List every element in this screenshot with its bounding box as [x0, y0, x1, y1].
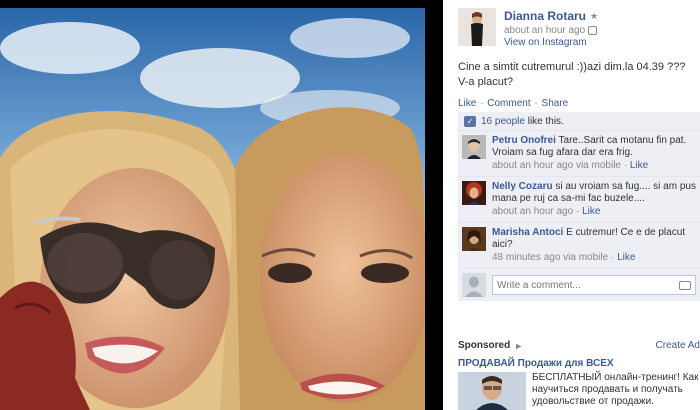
- view-on-instagram-link[interactable]: View on Instagram: [504, 37, 598, 48]
- comment-author[interactable]: Nelly Cozaru: [492, 181, 553, 192]
- action-separator: ·: [534, 98, 538, 109]
- comment-author[interactable]: Marisha Antoci: [492, 227, 563, 238]
- create-ad-link[interactable]: Create Ad: [656, 340, 700, 351]
- ad-item[interactable]: БЕСПЛАТНЫЙ онлайн-тренинг! Как научиться…: [458, 372, 700, 410]
- likes-suffix: like this.: [524, 115, 564, 127]
- sponsored-header: Sponsored ► Create Ad: [458, 340, 700, 351]
- post-time[interactable]: about an hour ago: [504, 25, 585, 36]
- comment-avatar[interactable]: [462, 135, 486, 159]
- action-separator: ·: [480, 98, 484, 109]
- post-author-header: Dianna Rotaru ★ about an hour ago View o…: [458, 8, 598, 48]
- post-actions: Like · Comment · Share: [458, 98, 568, 109]
- comment-author[interactable]: Petru Onofrei: [492, 135, 556, 146]
- likes-text: 16 people like this.: [481, 116, 564, 127]
- camera-icon[interactable]: [679, 280, 691, 290]
- ad-image[interactable]: [458, 372, 526, 410]
- share-link[interactable]: Share: [542, 98, 569, 109]
- comment-time[interactable]: about an hour ago via mobile: [492, 160, 621, 171]
- like-link[interactable]: Like: [458, 98, 476, 109]
- post-panel: Dianna Rotaru ★ about an hour ago View o…: [443, 0, 700, 410]
- comment-item: Marisha Antoci E cutremur! Ce e de placu…: [458, 223, 700, 269]
- write-comment-row: Write a comment...: [458, 269, 700, 301]
- comment-time[interactable]: 48 minutes ago via mobile: [492, 252, 608, 263]
- comment-avatar[interactable]: [462, 227, 486, 251]
- likes-count-link[interactable]: 16 people: [481, 116, 525, 127]
- likes-summary: ✓ 16 people like this.: [458, 112, 700, 131]
- ad-title[interactable]: ПРОДАВАЙ Продажи для ВСЕХ: [458, 358, 614, 369]
- comment-like-link[interactable]: Like: [582, 206, 600, 217]
- viewer-avatar: [462, 273, 486, 297]
- comment-avatar[interactable]: [462, 181, 486, 205]
- comment-link[interactable]: Comment: [487, 98, 530, 109]
- comment-item: Petru Onofrei Tare..Sarit ca motanu fin …: [458, 131, 700, 177]
- comment-item: Nelly Cozaru si au vroiam sa fug.... si …: [458, 177, 700, 223]
- comment-like-link[interactable]: Like: [630, 160, 648, 171]
- author-name[interactable]: Dianna Rotaru: [504, 9, 586, 23]
- post-caption: Cine a simtit cutremurul :))azi dim.la 0…: [458, 61, 686, 88]
- photo-illustration: [0, 8, 425, 410]
- post-photo[interactable]: [0, 8, 425, 410]
- instagram-icon: [588, 26, 598, 35]
- author-avatar[interactable]: [458, 8, 496, 46]
- write-comment-input[interactable]: Write a comment...: [492, 275, 696, 295]
- ad-text: БЕСПЛАТНЫЙ онлайн-тренинг! Как научиться…: [532, 372, 699, 407]
- write-comment-placeholder: Write a comment...: [497, 279, 581, 291]
- thumbs-up-icon: ✓: [464, 115, 476, 127]
- feedback-box: ✓ 16 people like this. Petru Onofrei Tar…: [458, 112, 700, 301]
- sponsored-label: Sponsored: [458, 340, 511, 351]
- comment-time[interactable]: about an hour ago: [492, 206, 573, 217]
- friends-icon: ★: [590, 10, 599, 21]
- megaphone-icon: ►: [514, 340, 524, 351]
- comment-like-link[interactable]: Like: [617, 252, 635, 263]
- photo-stage: [0, 0, 443, 410]
